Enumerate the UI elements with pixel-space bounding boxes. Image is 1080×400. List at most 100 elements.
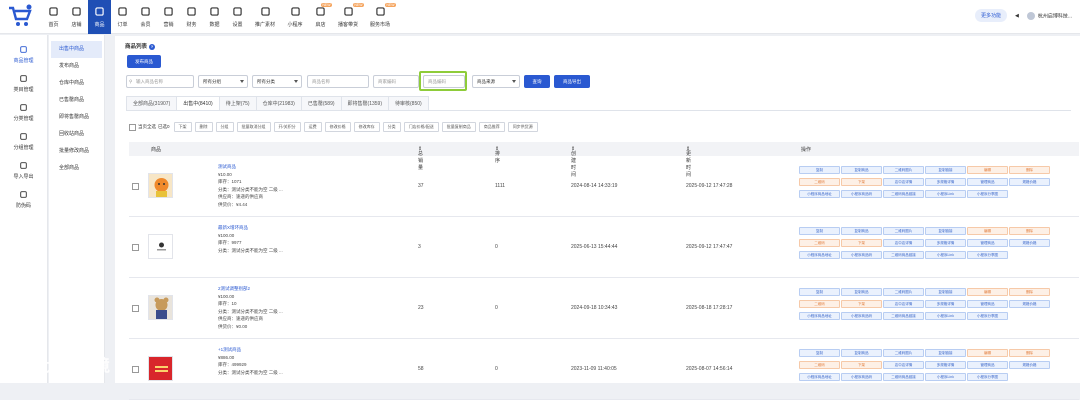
op-button[interactable]: 店中店详情 [883,361,924,369]
nav-miniprogram[interactable]: 小程序 [281,0,309,34]
sidebar-item-goods-manage[interactable]: 商品管理 [0,40,47,69]
tab-2[interactable]: 待上架(75) [218,96,257,110]
publish-goods-button[interactable]: 发布商品 [127,55,161,68]
nav-data[interactable]: 数据 [203,0,226,34]
goods-thumbnail[interactable] [148,234,173,259]
op-button[interactable]: 删除 [1009,166,1050,174]
sidebar-item-category[interactable]: 类目管理 [0,69,47,98]
op-button[interactable]: 二维码商品链接 [883,190,924,198]
op-button[interactable]: 小程序分享图 [967,190,1008,198]
goods-name-link[interactable]: 最新X增环商品 [218,224,283,232]
op-button[interactable]: 下架 [841,300,882,308]
op-button[interactable]: 店中店详情 [883,239,924,247]
select-page-checkbox[interactable] [129,123,136,131]
batch-button[interactable]: 修改价格 [324,122,351,132]
nav-live[interactable]: 播客带货 NEW [332,0,364,34]
tab-0[interactable]: 全部商品(31907) [126,96,178,110]
batch-button[interactable]: 商品推荐 [478,122,505,132]
op-button[interactable]: 复制链接 [925,349,966,357]
op-button[interactable]: 二维码图片 [883,227,924,235]
op-button[interactable]: 编辑 [967,349,1008,357]
op-button[interactable]: 规格价格 [1009,239,1050,247]
op-button[interactable]: 规格价格 [1009,300,1050,308]
op-button[interactable]: 小程序商品码 [841,190,882,198]
sidebar-item-group[interactable]: 分组管理 [0,127,47,156]
op-button[interactable]: 规格价格 [1009,178,1050,186]
batch-button[interactable]: 下架 [173,122,192,132]
op-button[interactable]: 店中店详情 [883,300,924,308]
op-button[interactable]: 小程序商品地址 [799,312,840,320]
batch-button[interactable]: 批量取消分组 [236,122,271,132]
op-button[interactable]: 复制 [799,349,840,357]
goods-name-link[interactable]: 2测试调整别部2 [218,285,283,293]
op-button[interactable]: 删除 [1009,288,1050,296]
op-button[interactable]: 多规格详情 [925,178,966,186]
nav-settings[interactable]: 设置 [226,0,249,34]
op-button[interactable]: 多规格详情 [925,300,966,308]
op-button[interactable]: 多规格详情 [925,239,966,247]
op-button[interactable]: 删除 [1009,227,1050,235]
goods-name-link[interactable]: 测试商品 [218,163,283,171]
nav-shop[interactable]: 店铺 [65,0,88,34]
nav-share[interactable]: 推广素材 [249,0,281,34]
col-total-sales[interactable]: 总销量 ⇕ [418,146,423,171]
tab-4[interactable]: 已售罄(589) [300,96,342,110]
tab-1[interactable]: 出售中(8410) [176,96,220,110]
nav-goods[interactable]: 商品 [88,0,111,34]
op-button[interactable]: 二维码图片 [883,349,924,357]
op-button[interactable]: 小程序Link [925,312,966,320]
row-checkbox[interactable] [132,366,139,373]
batch-button[interactable]: 修改库存 [353,122,380,132]
nav-order[interactable]: 订单 [111,0,134,34]
op-button[interactable]: 小程序分享图 [967,312,1008,320]
op-button[interactable]: 下架 [841,239,882,247]
op-button[interactable]: 小程序商品码 [841,373,882,381]
name-input[interactable]: 商品名称 [307,75,369,88]
op-button[interactable]: 复制商品 [841,288,882,296]
op-button[interactable]: 复制 [799,288,840,296]
user-menu[interactable]: 杭州启博科技... [1026,11,1072,20]
op-button[interactable]: 下架 [841,361,882,369]
batch-button[interactable]: 分类 [382,122,401,132]
op-button[interactable]: 复制 [799,166,840,174]
sound-icon[interactable]: ◀︎ [1015,13,1019,19]
col-updated[interactable]: 更新时间 ⇕ [686,146,691,178]
category-select[interactable]: 所有分类 [252,75,302,88]
tab-3[interactable]: 仓库中(21983) [255,96,302,110]
batch-button[interactable]: 同步供货源 [507,122,538,132]
op-button[interactable]: 二维码商品链接 [883,373,924,381]
nav-market[interactable]: 服务市场 NEW [364,0,396,34]
sub-menu-item[interactable]: 即将售罄商品 [51,109,102,126]
op-button[interactable]: 编辑 [967,227,1008,235]
sub-menu-item[interactable]: 已售罄商品 [51,92,102,109]
sub-menu-item[interactable]: 发布商品 [51,58,102,75]
goods-thumbnail[interactable] [148,173,173,198]
batch-button[interactable]: 批量复制商品 [441,122,476,132]
op-button[interactable]: 二维码 [799,178,840,186]
goods-thumbnail[interactable] [148,356,173,381]
op-button[interactable]: 管理商品 [967,361,1008,369]
op-button[interactable]: 二维码 [799,239,840,247]
op-button[interactable]: 小程序商品地址 [799,373,840,381]
op-button[interactable]: 复制商品 [841,227,882,235]
row-checkbox[interactable] [132,183,139,190]
op-button[interactable]: 小程序商品地址 [799,251,840,259]
col-sort[interactable]: 排序 ⇕ [495,146,500,164]
op-button[interactable]: 小程序商品码 [841,251,882,259]
nav-marketing[interactable]: 营销 [157,0,180,34]
source-select[interactable]: 商品来源 [472,75,520,88]
op-button[interactable]: 复制链接 [925,288,966,296]
col-created[interactable]: 创建时间 ⇕ [571,146,576,178]
batch-button[interactable]: 分组 [215,122,234,132]
goods-thumbnail[interactable] [148,295,173,320]
sub-menu-item[interactable]: 全部商品 [51,160,102,177]
goods-name-link[interactable]: +1测试商品 [218,346,283,354]
group-select[interactable]: 所有分组 [198,75,248,88]
nav-home[interactable]: 首页 [42,0,65,34]
op-button[interactable]: 管理商品 [967,178,1008,186]
op-button[interactable]: 编辑 [967,166,1008,174]
op-button[interactable]: 二维码商品链接 [883,312,924,320]
op-button[interactable]: 小程序商品码 [841,312,882,320]
nav-finance[interactable]: 财务 [180,0,203,34]
batch-button[interactable]: 运费 [303,122,322,132]
